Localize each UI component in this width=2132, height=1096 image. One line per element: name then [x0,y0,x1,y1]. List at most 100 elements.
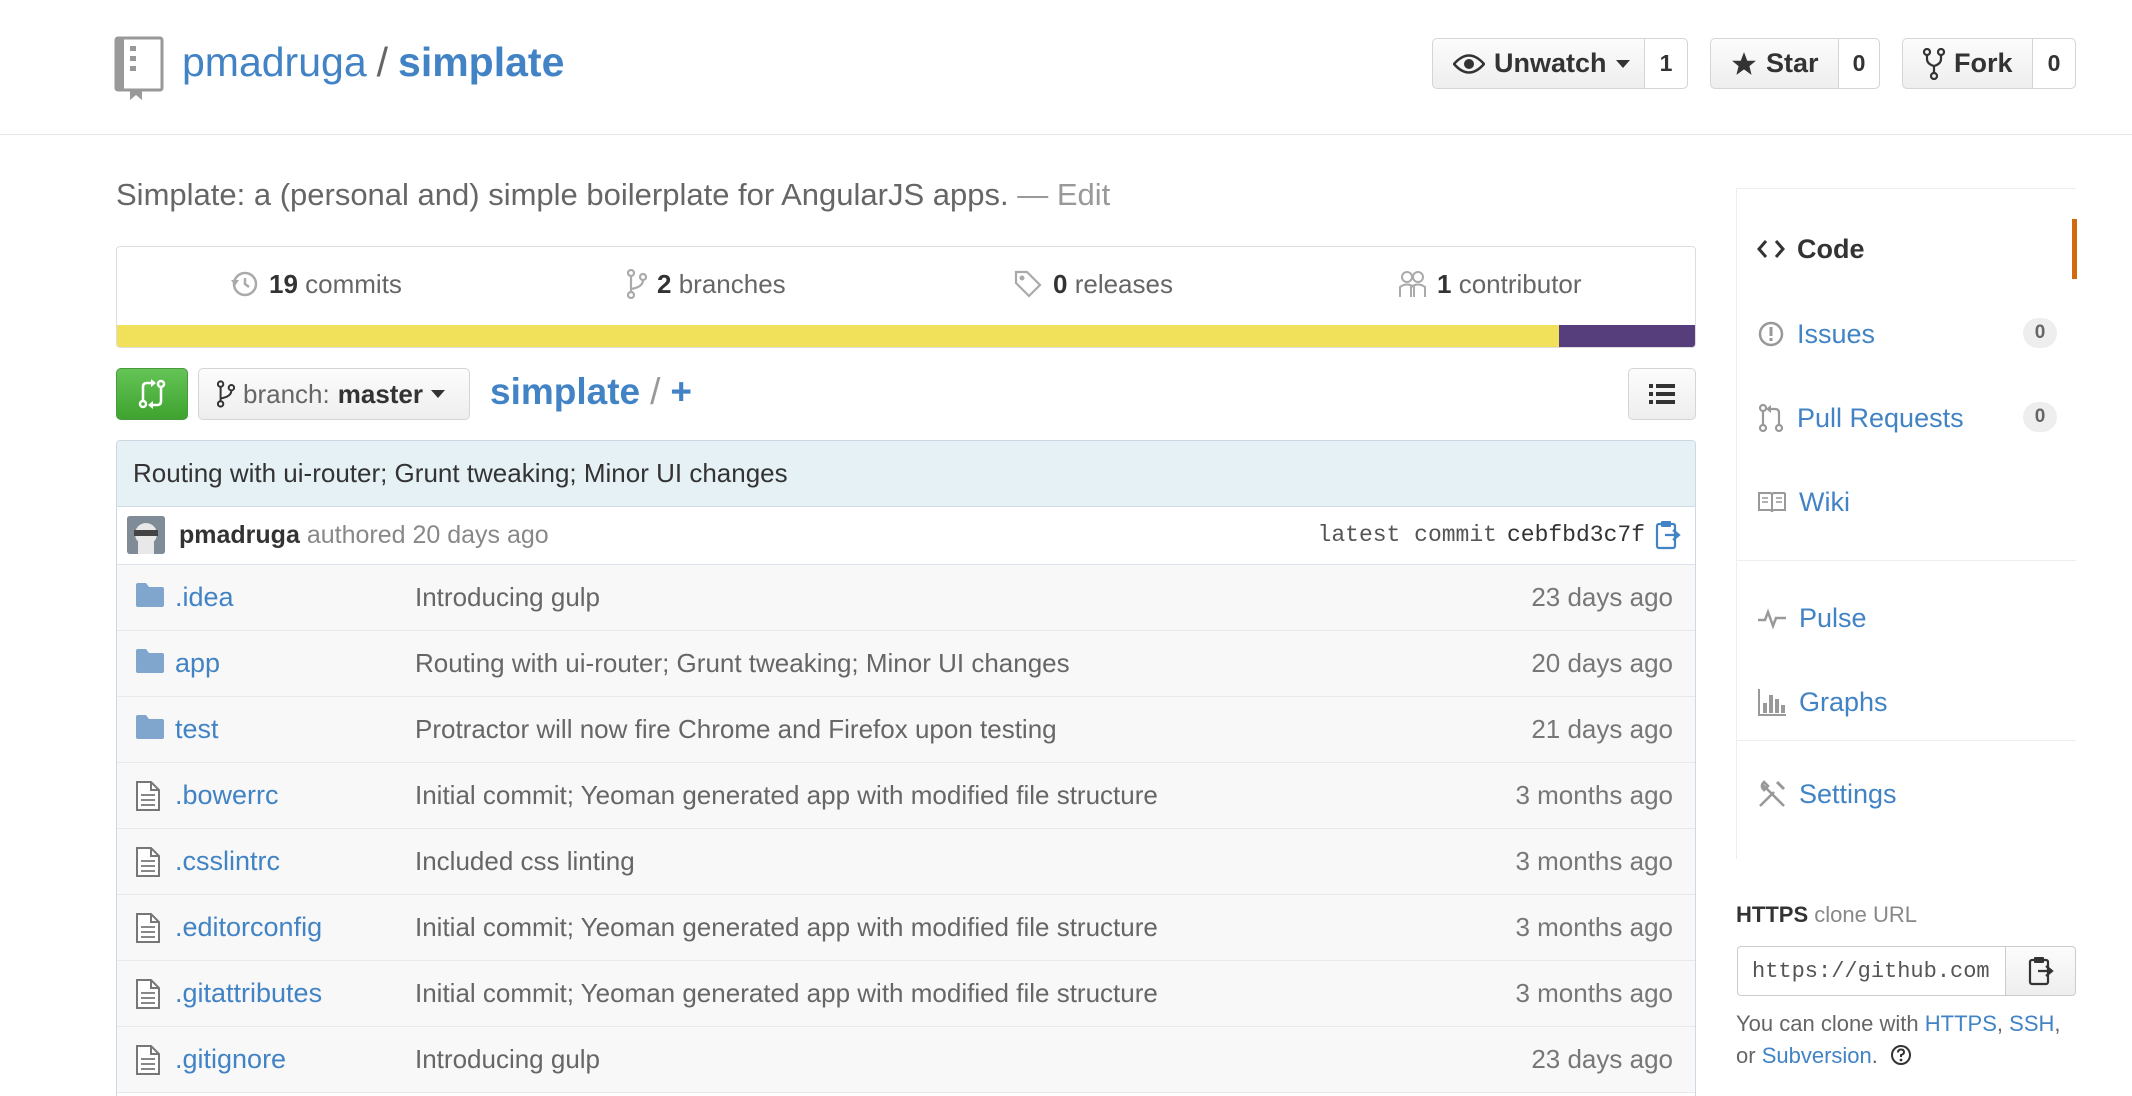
file-name-link[interactable]: .editorconfig [175,895,322,959]
sidebar-item-pull-requests[interactable]: Pull Requests 0 [1737,388,2077,448]
breadcrumb-root-link[interactable]: simplate [490,371,640,412]
clone-help-period: . [1871,1043,1878,1068]
file-name-link[interactable]: app [175,631,220,695]
contributors-link[interactable]: 1 contributor [1397,267,1582,301]
branches-label: branches [678,268,786,299]
branches-link[interactable]: 2 branches [627,267,786,301]
watchers-count[interactable]: 1 [1645,39,1687,88]
chevron-down-icon [1615,59,1630,69]
issues-counter: 0 [2023,318,2057,348]
latest-commit-sha-block: latest commit cebfbd3c7f [1318,507,1681,563]
edit-description-link[interactable]: — Edit [1017,177,1110,212]
contributors-label: contributor [1458,268,1582,299]
file-commit-message-link[interactable]: Introducing gulp [415,1027,600,1091]
sidebar-item-wiki[interactable]: Wiki [1737,472,2077,532]
file-commit-message-link[interactable]: Initial commit; Yeoman generated app wit… [415,895,1158,959]
commits-count: 19 [269,268,298,299]
file-commit-message-link[interactable]: Routing with ui-router; Grunt tweaking; … [415,631,1070,695]
unwatch-label: Unwatch [1494,48,1607,78]
table-row[interactable]: .gitignore Introducing gulp 23 days ago [117,1027,1695,1093]
sidebar-item-label: Graphs [1799,686,1888,717]
sidebar-item-code[interactable]: Code [1737,219,2077,279]
fork-button-group: Fork 0 [1902,38,2076,89]
clone-help-prefix: You can clone with [1736,1011,1919,1036]
table-row[interactable]: .gitattributes Initial commit; Yeoman gen… [117,961,1695,1027]
branch-select-button[interactable]: branch: master [198,368,470,420]
table-row[interactable]: app Routing with ui-router; Grunt tweakin… [117,631,1695,697]
file-text-icon [135,846,161,878]
people-icon [1397,269,1427,299]
repo-title: pmadruga / simplate [182,36,564,88]
file-commit-age: 3 months ago [1515,912,1673,942]
clone-ssh-link[interactable]: SSH [2009,1011,2054,1036]
clone-help-comma: , [1996,1011,2004,1036]
branch-prefix: branch: [243,378,330,409]
file-commit-message-link[interactable]: Initial commit; Yeoman generated app wit… [415,763,1158,827]
table-row[interactable]: test Protractor will now fire Chrome and … [117,697,1695,763]
file-text-icon [135,912,161,944]
new-file-button[interactable]: + [670,371,692,412]
sidebar-item-label: Pulse [1799,602,1867,633]
star-button[interactable]: Star [1711,39,1839,88]
nav-group-admin: Settings [1736,741,2076,859]
compare-button[interactable] [116,368,188,420]
nav-group-stats: Pulse Graphs [1736,561,2076,741]
forks-count[interactable]: 0 [2033,39,2075,88]
file-name-link[interactable]: .bowerrc [175,763,279,827]
file-commit-message-link[interactable]: Included css linting [415,829,635,893]
file-name-link[interactable]: test [175,697,219,761]
table-row[interactable]: .bowerrc Initial commit; Yeoman generated… [117,763,1695,829]
table-row[interactable]: .csslintrc Included css linting 3 months a… [117,829,1695,895]
file-name-link[interactable]: .csslintrc [175,829,280,893]
latest-commit-meta: pmadruga authored 20 days ago latest com… [117,507,1695,565]
branches-count: 2 [657,268,672,299]
file-commit-message-link[interactable]: Protractor will now fire Chrome and Fire… [415,697,1057,761]
file-name-link[interactable]: .gitignore [175,1027,286,1091]
sidebar-item-settings[interactable]: Settings [1737,764,2077,824]
clipboard-icon[interactable] [1655,520,1681,550]
commit-sha-link[interactable]: cebfbd3c7f [1507,522,1645,548]
language-bar-segment[interactable] [1559,325,1695,347]
clone-https-link[interactable]: HTTPS [1925,1011,1997,1036]
fork-icon [1923,47,1945,80]
commit-author-link[interactable]: pmadruga [179,521,300,549]
copy-clone-url-button[interactable] [2005,946,2076,996]
clone-protocol: HTTPS [1736,902,1809,927]
table-row[interactable]: .idea Introducing gulp 23 days ago [117,565,1695,631]
file-name-link[interactable]: .gitattributes [175,961,322,1025]
book-icon [1757,490,1787,514]
file-commit-message-link[interactable]: Initial commit; Yeoman generated app wit… [415,961,1158,1025]
list-view-button[interactable] [1628,368,1696,420]
question-icon[interactable] [1890,1044,1912,1066]
clone-subversion-link[interactable]: Subversion [1762,1043,1872,1068]
table-row[interactable]: .editorconfig Initial commit; Yeoman gene… [117,895,1695,961]
sidebar-item-issues[interactable]: Issues 0 [1737,304,2077,364]
sidebar-item-graphs[interactable]: Graphs [1737,672,2077,732]
unwatch-button[interactable]: Unwatch [1433,39,1645,88]
repo-title-separator: / [376,39,389,85]
language-bar-segment[interactable] [117,325,1560,347]
repo-name-link[interactable]: simplate [398,39,564,85]
language-bar[interactable] [117,325,1695,347]
sidebar-item-pulse[interactable]: Pulse [1737,588,2077,648]
file-commit-message-link[interactable]: Introducing gulp [415,565,600,629]
folder-icon [135,648,165,674]
fork-button[interactable]: Fork [1903,39,2033,88]
chevron-down-icon [431,389,446,399]
eye-icon [1453,53,1485,75]
stargazers-count[interactable]: 0 [1839,39,1879,88]
file-text-icon [135,780,161,812]
nav-group-main: Code Issues 0 Pull Requests 0 Wiki [1736,188,2077,561]
file-commit-age: 23 days ago [1531,1044,1673,1074]
clone-url-input[interactable] [1737,946,2005,996]
clone-url-label: HTTPS clone URL [1736,902,1917,928]
repo-owner-link[interactable]: pmadruga [182,39,367,85]
file-name-link[interactable]: .idea [175,565,234,629]
latest-commit-message[interactable]: Routing with ui-router; Grunt tweaking; … [117,441,1695,507]
sidebar-item-label: Wiki [1799,486,1850,517]
releases-count: 0 [1053,268,1068,299]
commits-link[interactable]: 19 commits [231,267,402,301]
releases-link[interactable]: 0 releases [1013,267,1173,301]
breadcrumb: simplate / + [490,366,692,418]
avatar[interactable] [127,516,165,554]
